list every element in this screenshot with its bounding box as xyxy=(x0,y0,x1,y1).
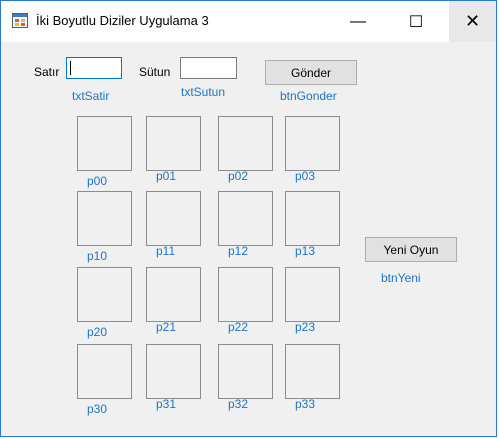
picturebox-caption: p11 xyxy=(156,244,176,258)
picturebox-cell[interactable] xyxy=(218,116,273,171)
picturebox-cell[interactable] xyxy=(285,116,340,171)
picturebox-cell[interactable] xyxy=(218,191,273,246)
picturebox-cell[interactable] xyxy=(146,344,201,399)
minimize-button[interactable]: — xyxy=(335,1,381,42)
picturebox-caption: p03 xyxy=(295,169,316,183)
picturebox-cell[interactable] xyxy=(77,191,132,246)
picturebox-caption: p13 xyxy=(295,244,316,258)
picturebox-cell[interactable] xyxy=(218,267,273,322)
picturebox-caption: p01 xyxy=(156,169,177,183)
picturebox-cell[interactable] xyxy=(77,267,132,322)
picturebox-cell[interactable] xyxy=(146,191,201,246)
maximize-icon: ☐ xyxy=(408,13,424,31)
picturebox-cell[interactable] xyxy=(285,344,340,399)
satir-label: Satır xyxy=(34,65,60,79)
title-bar[interactable]: İki Boyutlu Diziler Uygulama 3 — ☐ ✕ xyxy=(1,1,496,42)
picturebox-cell[interactable] xyxy=(146,267,201,322)
picturebox-caption: p20 xyxy=(87,325,108,339)
picturebox-caption: p32 xyxy=(228,397,249,411)
maximize-button[interactable]: ☐ xyxy=(393,1,439,42)
picturebox-caption: p30 xyxy=(87,402,108,416)
picturebox-cell[interactable] xyxy=(77,116,132,171)
btn-yeni-caption: btnYeni xyxy=(381,271,421,285)
yeni-oyun-button-label: Yeni Oyun xyxy=(383,242,439,257)
picturebox-caption: p12 xyxy=(228,244,249,258)
close-button[interactable]: ✕ xyxy=(449,1,496,42)
gonder-button[interactable]: Gönder xyxy=(265,60,357,85)
picturebox-caption: p21 xyxy=(156,320,177,334)
picturebox-cell[interactable] xyxy=(285,191,340,246)
picturebox-caption: p31 xyxy=(156,397,177,411)
txt-satir-caption: txtSatir xyxy=(72,89,110,103)
picturebox-caption: p02 xyxy=(228,169,249,183)
minimize-icon: — xyxy=(350,12,366,30)
txt-satir-input[interactable] xyxy=(66,57,122,79)
picturebox-caption: p33 xyxy=(295,397,316,411)
picturebox-cell[interactable] xyxy=(218,344,273,399)
sutun-label: Sütun xyxy=(139,65,171,79)
txt-sutun-input[interactable] xyxy=(180,57,237,79)
picturebox-caption: p22 xyxy=(228,320,249,334)
picturebox-caption: p00 xyxy=(87,174,108,188)
picturebox-cell[interactable] xyxy=(146,116,201,171)
close-icon: ✕ xyxy=(464,11,481,31)
btn-gonder-caption: btnGonder xyxy=(280,89,337,103)
picturebox-cell[interactable] xyxy=(285,267,340,322)
yeni-oyun-button[interactable]: Yeni Oyun xyxy=(365,237,457,262)
picturebox-cell[interactable] xyxy=(77,344,132,399)
picturebox-caption: p23 xyxy=(295,320,316,334)
window-title: İki Boyutlu Diziler Uygulama 3 xyxy=(36,13,209,28)
app-form-icon xyxy=(12,13,28,28)
txt-sutun-caption: txtSutun xyxy=(181,85,226,99)
picturebox-caption: p10 xyxy=(87,249,108,263)
text-caret xyxy=(70,61,71,75)
gonder-button-label: Gönder xyxy=(290,65,332,80)
app-window: İki Boyutlu Diziler Uygulama 3 — ☐ ✕ Sat… xyxy=(0,0,497,437)
